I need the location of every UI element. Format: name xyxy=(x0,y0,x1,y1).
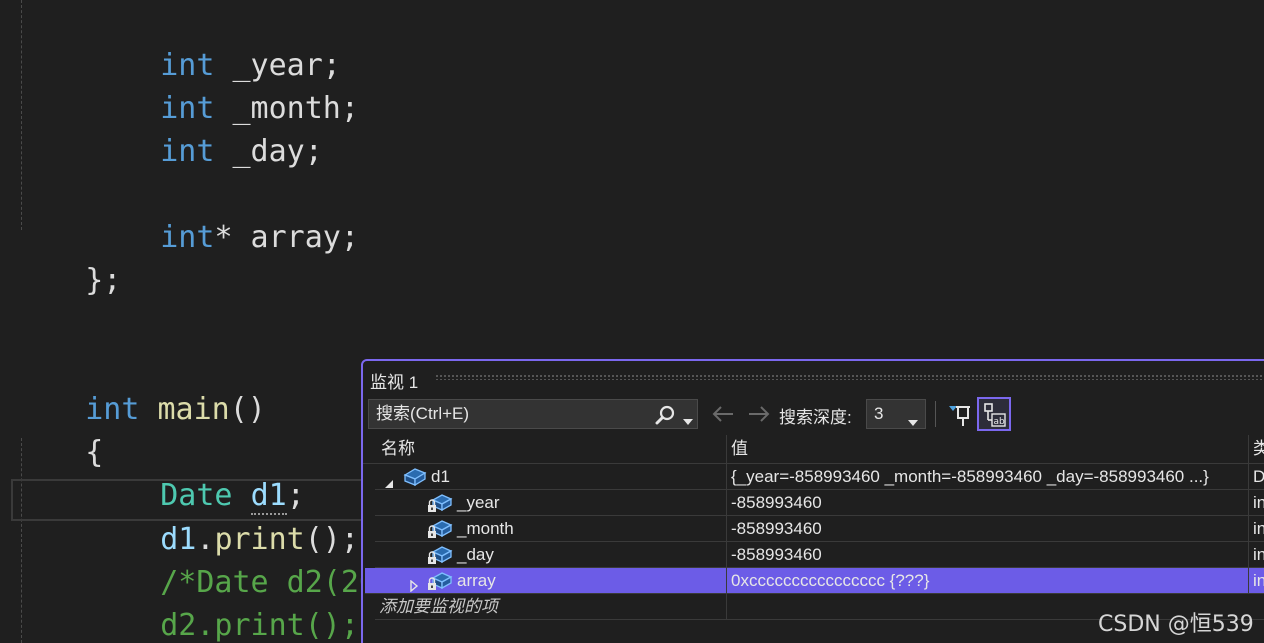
private-field-icon xyxy=(427,570,453,593)
back-arrow-icon[interactable] xyxy=(711,405,735,428)
code-line-year[interactable]: int _year; xyxy=(88,6,341,83)
search-depth-label: 搜索深度: xyxy=(779,408,852,427)
keyword-int: int xyxy=(160,220,215,255)
code-line-array[interactable]: int* array; xyxy=(88,178,359,255)
watch-toolbar: 搜索深度: 3 ab xyxy=(363,397,1264,433)
column-header-name[interactable]: 名称 xyxy=(375,435,726,463)
watch-title-bar[interactable]: 监视 1 xyxy=(363,361,1264,395)
watch-row-d1[interactable]: d1 {_year=-858993460 _month=-858993460 _… xyxy=(375,464,1264,490)
name-cell: _day xyxy=(375,542,725,567)
code-line-day[interactable]: int _day; xyxy=(88,92,323,169)
pin-button[interactable] xyxy=(947,400,973,428)
watch-row-month[interactable]: _month -858993460 in xyxy=(375,516,1264,542)
code-text: array; xyxy=(232,220,359,255)
code-line-print[interactable]: d1.print(); xyxy=(88,480,359,557)
code-line-main[interactable]: int main() xyxy=(13,350,266,427)
code-comment: d2.print();*/ xyxy=(160,608,396,643)
keyword-int: int xyxy=(160,134,215,169)
code-line-struct-end[interactable]: }; xyxy=(13,221,121,298)
hex-display-toggle[interactable]: ab xyxy=(977,397,1011,431)
grid-header: 名称 值 类 xyxy=(363,435,1264,464)
private-field-icon xyxy=(427,518,453,541)
watch-window: 监视 1 搜索(Ctrl+E) 搜索深度: 3 ab 名称 值 类 d1 {_y… xyxy=(361,359,1264,643)
type-cell: in xyxy=(1248,516,1264,541)
column-header-value[interactable]: 值 xyxy=(726,435,1248,463)
name-cell: d1 xyxy=(375,464,725,489)
toolbar-separator xyxy=(935,401,936,427)
watch-item-name: _day xyxy=(457,545,494,564)
add-watch-cell[interactable]: 添加要监视的项 xyxy=(375,594,725,619)
indent-guide xyxy=(21,0,22,230)
title-grip xyxy=(435,374,1264,380)
forward-arrow-icon[interactable] xyxy=(747,405,771,428)
value-cell[interactable]: -858993460 xyxy=(726,542,1248,567)
code-text: }; xyxy=(85,263,122,298)
code-line-date-d1[interactable]: Date d1; xyxy=(88,436,305,515)
code-text: _day; xyxy=(214,134,323,169)
watch-item-name: array xyxy=(457,571,496,590)
value-cell[interactable]: 0xcccccccccccccccc {???} xyxy=(726,568,1248,593)
watch-row-array[interactable]: array 0xcccccccccccccccc {???} in xyxy=(365,568,1264,594)
add-watch-placeholder: 添加要监视的项 xyxy=(379,597,498,616)
pin-icon xyxy=(949,406,970,426)
code-line-open-brace[interactable]: { xyxy=(13,393,103,470)
object-icon xyxy=(403,466,427,489)
chevron-down-icon[interactable] xyxy=(683,410,693,430)
hex-display-icon: ab xyxy=(984,403,1006,427)
collapse-triangle-icon[interactable] xyxy=(384,471,394,489)
search-icon[interactable] xyxy=(655,405,677,430)
value-cell[interactable]: -858993460 xyxy=(726,516,1248,541)
private-field-icon xyxy=(427,544,453,567)
watch-item-name: _year xyxy=(457,493,500,512)
function-name: main xyxy=(157,392,230,427)
search-depth-select[interactable]: 3 xyxy=(866,399,926,429)
code-line-comment-2[interactable]: d2.print();*/ xyxy=(88,566,395,643)
private-field-icon xyxy=(427,492,453,515)
watch-item-name: d1 xyxy=(431,467,450,486)
search-box[interactable] xyxy=(368,399,698,429)
type-cell: in xyxy=(1248,490,1264,515)
watch-item-name: _month xyxy=(457,519,514,538)
watch-row-year[interactable]: _year -858993460 in xyxy=(375,490,1264,516)
code-line-month[interactable]: int _month; xyxy=(88,49,359,126)
chevron-down-icon[interactable] xyxy=(908,411,918,431)
watermark: CSDN @恒539 xyxy=(1098,612,1254,637)
watch-title: 监视 1 xyxy=(370,373,419,392)
svg-text:ab: ab xyxy=(994,417,1006,427)
column-header-type[interactable]: 类 xyxy=(1248,435,1264,463)
value-cell[interactable]: -858993460 xyxy=(726,490,1248,515)
name-cell: _year xyxy=(375,490,725,515)
search-depth-value: 3 xyxy=(874,404,884,423)
pointer-star: * xyxy=(214,220,233,255)
code-text: () xyxy=(229,392,266,427)
type-cell: in xyxy=(1248,542,1264,567)
type-cell: in xyxy=(1248,568,1264,593)
search-input[interactable] xyxy=(369,400,656,428)
name-cell: _month xyxy=(375,516,725,541)
watch-row-day[interactable]: _day -858993460 in xyxy=(375,542,1264,568)
expand-triangle-icon[interactable] xyxy=(409,574,419,593)
type-cell: D xyxy=(1248,464,1264,489)
name-cell: array xyxy=(365,568,725,593)
value-cell[interactable]: {_year=-858993460 _month=-858993460 _day… xyxy=(726,464,1248,489)
